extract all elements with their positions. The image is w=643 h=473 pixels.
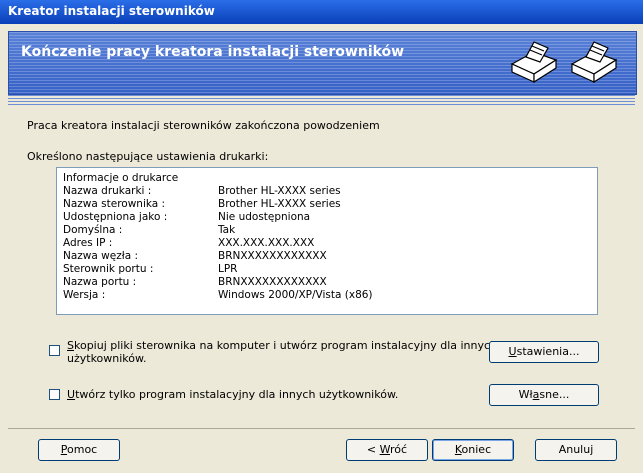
printer-settings-list[interactable]: Informacje o drukarce Nazwa drukarki : B… (56, 167, 598, 315)
help-button[interactable]: Pomoc (38, 439, 120, 461)
title-bar[interactable]: Kreator instalacji sterowników (0, 0, 643, 24)
finish-button[interactable]: Koniec (432, 439, 514, 461)
status-message: Praca kreatora instalacji sterowników za… (27, 119, 380, 132)
custom-button[interactable]: Własne... (489, 384, 599, 406)
footer-separator (8, 428, 635, 429)
settings-heading: Określono następujące ustawienia drukark… (27, 150, 269, 163)
header-title: Kończenie pracy kreatora instalacji ster… (21, 44, 405, 60)
installer-only-label[interactable]: Utwórz tylko program instalacyjny dla in… (67, 388, 398, 401)
wizard-header: Kończenie pracy kreatora instalacji ster… (8, 31, 637, 95)
header-separator (8, 95, 635, 107)
wizard-window: Kreator instalacji sterowników Kończenie… (0, 0, 643, 473)
window-title: Kreator instalacji sterowników (8, 4, 215, 18)
settings-button[interactable]: Ustawienia... (489, 341, 599, 363)
installer-only-checkbox[interactable] (49, 389, 60, 400)
printer-icon (504, 38, 624, 86)
cancel-button[interactable]: Anuluj (535, 439, 617, 461)
back-button[interactable]: < Wróć (346, 439, 428, 461)
copy-driver-files-label[interactable]: Skopiuj pliki sterownika na komputer i u… (67, 339, 497, 365)
copy-driver-files-checkbox[interactable] (49, 345, 60, 356)
